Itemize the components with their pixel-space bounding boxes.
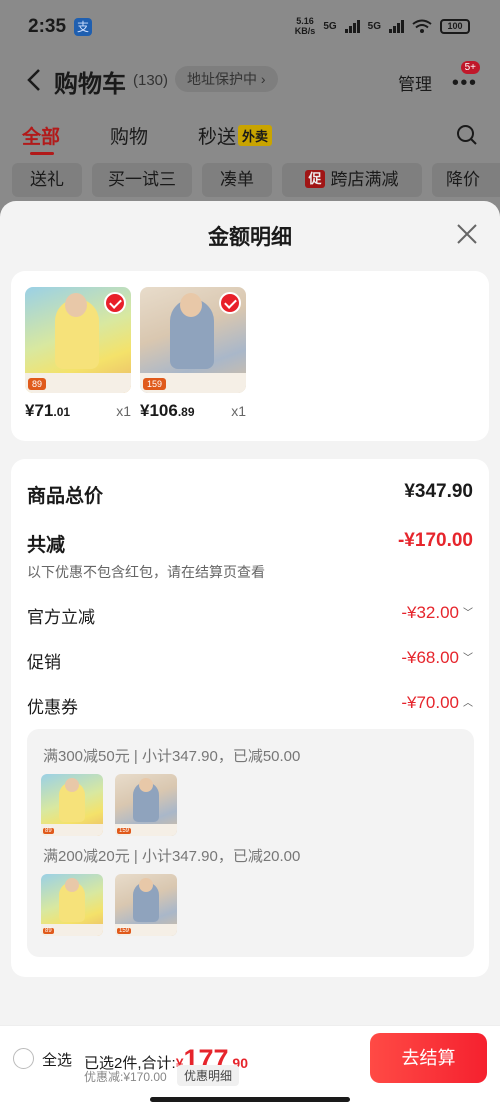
item-qty: x1 (116, 403, 131, 419)
close-icon[interactable] (456, 223, 478, 245)
discount-note: 以下优惠不包含红包，请在结算页查看 (27, 564, 265, 580)
product-image: 89 (25, 287, 131, 393)
cart-item[interactable]: 89 ¥71.01 x1 (25, 287, 131, 420)
status-time: 2:35 (28, 16, 67, 37)
status-bar: 2:35 支 5.16 KB/s 5G 5G 100 (0, 0, 500, 56)
search-icon[interactable] (456, 124, 478, 146)
thumb-price-tag: 159 (143, 378, 167, 390)
home-indicator[interactable] (150, 1097, 350, 1102)
chevron-down-icon: ﹀ (463, 608, 473, 619)
tab-underline (30, 152, 54, 155)
coupon-row[interactable]: -¥70.00 ︿ (401, 693, 473, 713)
signal-icon (344, 19, 360, 33)
more-icon[interactable]: • • • (452, 72, 476, 95)
chip-cross-store-label: 跨店满减 (330, 170, 399, 189)
cart-count: (130) (133, 72, 169, 89)
waimai-badge: 外卖 (238, 125, 273, 146)
checked-icon (219, 292, 241, 314)
background-page: 2:35 支 5.16 KB/s 5G 5G 100 购物车 (130) 地址保… (0, 0, 500, 230)
promo-label: 促销 (27, 653, 61, 672)
mini-price-tag: 89 (43, 828, 54, 834)
mini-price-tag: 159 (117, 928, 132, 934)
more-badge: 5+ (460, 61, 480, 74)
item-price-int: ¥71 (25, 401, 54, 420)
reduce-label: 共减 (27, 535, 66, 556)
coupon-details: 满300减50元 | 小计347.90，已减50.00 89 159 满200减… (27, 729, 474, 957)
chip-gift[interactable]: 送礼 (12, 163, 82, 197)
tab-express[interactable]: 秒送 外卖 (198, 122, 273, 149)
coupon-product-image: 89 (41, 774, 103, 836)
official-discount-row[interactable]: -¥32.00 ﹀ (401, 603, 473, 623)
item-price: ¥106.89 (140, 401, 195, 421)
amount-detail-sheet: 金额明细 89 ¥71.01 x1 159 ¥106.89 x1 商品总价 ¥3… (0, 201, 500, 1025)
chevron-down-icon: ﹀ (463, 653, 473, 664)
wifi-icon (412, 19, 432, 33)
mini-price-tag: 159 (117, 828, 132, 834)
speed-unit: KB/s (294, 26, 316, 36)
address-protection-pill[interactable]: 地址保护中 › (175, 66, 278, 92)
status-indicators: 5.16 KB/s 5G 5G 100 (295, 16, 470, 36)
filter-chips: 送礼 买一试三 凑单 促跨店满减 降价 (0, 163, 500, 199)
back-icon[interactable] (26, 68, 42, 92)
chevron-up-icon: ︿ (463, 698, 473, 709)
coupon-label: 优惠券 (27, 698, 78, 717)
coupon-product-image: 159 (115, 874, 177, 936)
network-type-1: 5G (323, 20, 337, 32)
alipay-icon: 支 (74, 18, 92, 36)
product-image: 159 (140, 287, 246, 393)
thumb-price-tag: 89 (28, 378, 47, 390)
chip-try[interactable]: 买一试三 (92, 163, 192, 197)
coupon-rule: 满300减50元 | 小计347.90，已减50.00 (43, 748, 301, 765)
tab-all[interactable]: 全部 (22, 122, 60, 149)
total-value: ¥347.90 (404, 481, 473, 502)
network-type-2: 5G (367, 20, 381, 32)
promo-value: -¥68.00 (401, 648, 459, 667)
signal-icon-2 (389, 19, 404, 33)
chip-bundle[interactable]: 凑单 (202, 163, 272, 197)
item-price: ¥71.01 (25, 401, 70, 421)
item-qty: x1 (231, 403, 246, 419)
battery-icon: 100 (440, 18, 470, 34)
manage-button[interactable]: 管理 (398, 70, 432, 95)
price-breakdown-card: 商品总价 ¥347.90 共减 -¥170.00 以下优惠不包含红包，请在结算页… (11, 459, 489, 977)
official-discount-label: 官方立减 (27, 608, 95, 627)
cart-tabs: 全部 购物 秒送 外卖 (0, 116, 500, 156)
checkout-button[interactable]: 去结算 (370, 1033, 487, 1083)
coupon-product-image: 89 (41, 874, 103, 936)
discount-amount: 优惠减:¥170.00 (84, 1070, 167, 1084)
sheet-title: 金额明细 (208, 226, 292, 249)
tab-shop[interactable]: 购物 (110, 122, 148, 149)
coupon-product-image: 159 (115, 774, 177, 836)
select-all-checkbox[interactable] (13, 1048, 34, 1069)
select-all-label[interactable]: 全选 (42, 1049, 72, 1070)
coupon-rule: 满200减20元 | 小计347.90，已减20.00 (43, 848, 301, 865)
mini-price-tag: 89 (43, 928, 54, 934)
official-discount-value: -¥32.00 (401, 603, 459, 622)
discount-detail-button[interactable]: 优惠明细 (177, 1065, 240, 1086)
item-price-int: ¥106 (140, 401, 178, 420)
tab-express-label: 秒送 (198, 127, 237, 148)
item-price-dec: .01 (53, 405, 71, 419)
promo-tag: 促 (305, 170, 325, 188)
chip-price-drop[interactable]: 降价 (432, 163, 500, 197)
promo-row[interactable]: -¥68.00 ﹀ (401, 648, 473, 668)
cart-item[interactable]: 159 ¥106.89 x1 (140, 287, 246, 420)
coupon-value: -¥70.00 (401, 693, 459, 712)
chip-cross-store[interactable]: 促跨店满减 (282, 163, 422, 197)
checked-icon (104, 292, 126, 314)
speed-value: 5.16 (296, 16, 314, 26)
selected-items-card: 89 ¥71.01 x1 159 ¥106.89 x1 (11, 271, 489, 441)
reduce-value: -¥170.00 (397, 530, 473, 551)
checkout-bar: 全选 已选2件,合计:¥177.90 优惠减:¥170.00 优惠明细 去结算 (0, 1025, 500, 1111)
item-price-dec: .89 (177, 405, 195, 419)
total-label: 商品总价 (27, 486, 104, 507)
network-speed: 5.16 KB/s (295, 16, 316, 36)
page-title: 购物车 (54, 71, 126, 98)
nav-bar: 购物车 (130) 地址保护中 › 管理 • • • 5+ (0, 56, 500, 106)
